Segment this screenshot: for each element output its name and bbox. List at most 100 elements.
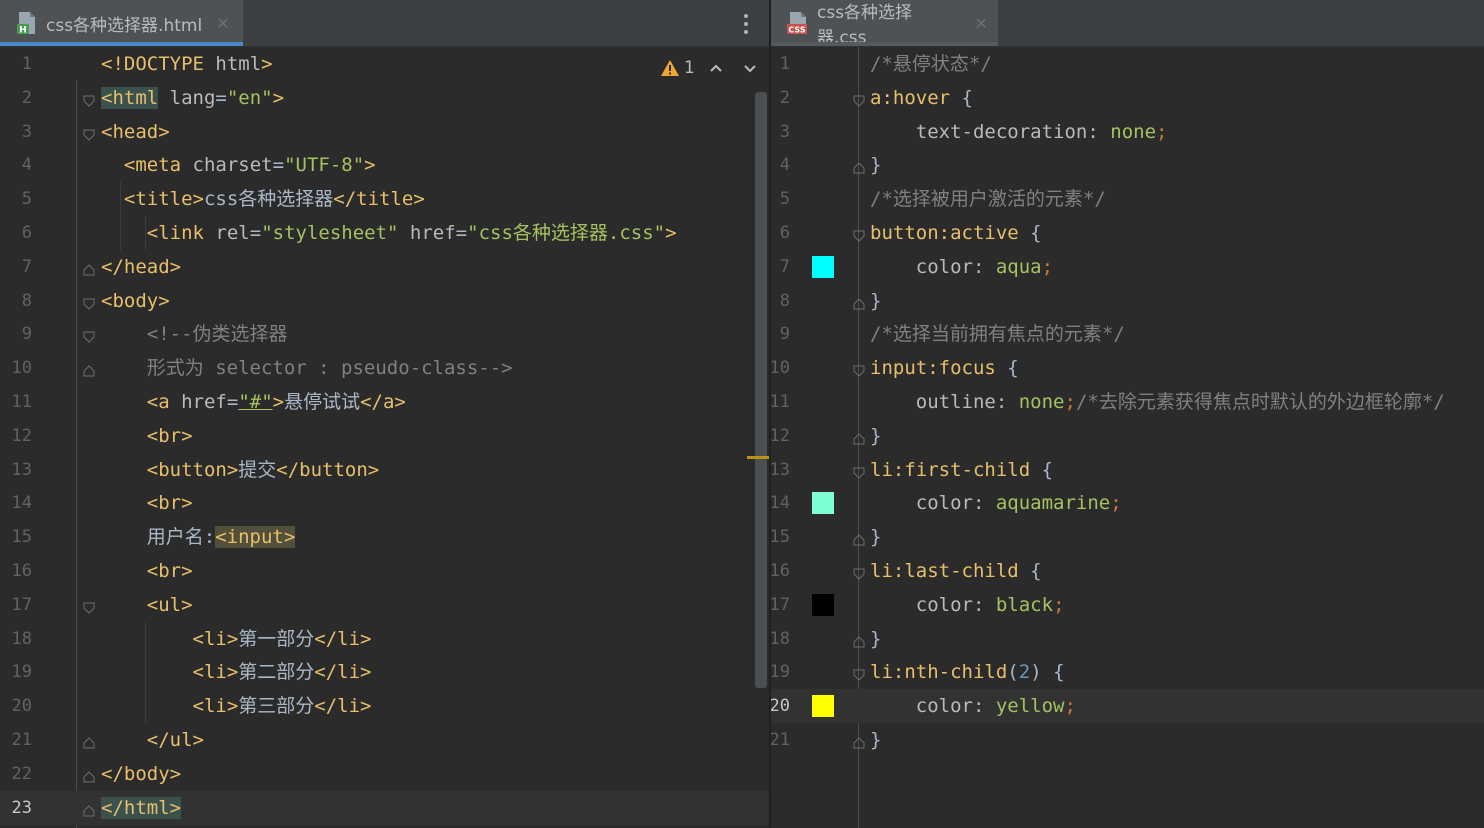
fold-marker-icon[interactable] [83, 734, 95, 749]
fold-marker-icon[interactable] [853, 227, 865, 242]
fold-marker-icon[interactable] [853, 565, 865, 580]
left-code-line[interactable]: </head> [101, 250, 181, 284]
right-code-line[interactable]: color: yellow; [870, 689, 1076, 723]
right-line-number: 8 [779, 290, 790, 311]
left-code-line[interactable]: 用户名:<input> [101, 520, 296, 554]
left-line-number: 15 [11, 527, 32, 548]
left-code-line[interactable]: <br> [101, 486, 193, 520]
right-code-line[interactable]: li:last-child { [870, 554, 1042, 588]
left-code-line[interactable]: <li>第一部分</li> [101, 622, 372, 656]
fold-marker-icon[interactable] [853, 734, 865, 749]
right-code-line[interactable]: } [870, 723, 881, 757]
fold-marker-icon[interactable] [853, 531, 865, 546]
fold-marker-icon[interactable] [853, 633, 865, 648]
left-code-line[interactable]: <!DOCTYPE html> [101, 47, 273, 81]
right-code-line[interactable]: text-decoration: none; [870, 115, 1168, 149]
close-icon[interactable]: ✕ [216, 14, 229, 33]
right-code-line[interactable]: } [870, 520, 881, 554]
tab-css-file[interactable]: CSS css各种选择器.css ✕ [771, 0, 998, 48]
code-token: none [1018, 391, 1065, 413]
chevron-up-icon[interactable] [708, 60, 724, 76]
right-code-line[interactable]: li:first-child { [870, 453, 1053, 487]
fold-marker-icon[interactable] [853, 430, 865, 445]
fold-marker-icon[interactable] [853, 666, 865, 682]
left-code-line[interactable]: <ul> [101, 588, 193, 622]
code-token: outline [915, 391, 996, 413]
right-code-line[interactable]: /*选择当前拥有焦点的元素*/ [870, 317, 1125, 351]
fold-marker-icon[interactable] [83, 261, 95, 276]
more-options-icon[interactable] [744, 14, 748, 34]
fold-marker-icon[interactable] [83, 802, 95, 817]
right-line-number: 6 [779, 223, 790, 243]
vertical-scrollbar[interactable] [755, 92, 767, 688]
left-code-line[interactable]: <link rel="stylesheet" href="css各种选择器.cs… [101, 216, 677, 250]
left-code-line[interactable]: <br> [101, 554, 193, 588]
left-code-line[interactable]: <li>第二部分</li> [101, 655, 372, 689]
right-code-line[interactable]: } [870, 284, 881, 318]
right-code-line[interactable]: a:hover { [870, 81, 973, 115]
fold-marker-icon[interactable] [853, 464, 865, 479]
color-swatch[interactable] [812, 492, 834, 515]
code-token: } [870, 154, 882, 177]
left-line-number: 6 [21, 223, 32, 243]
left-code-line[interactable]: <body> [101, 284, 170, 318]
right-code-line[interactable]: /*悬停状态*/ [870, 47, 992, 81]
fold-marker-icon[interactable] [853, 295, 865, 310]
left-code-line[interactable]: </ul> [101, 723, 204, 757]
warning-stripe-marker[interactable] [747, 456, 769, 459]
left-code-line[interactable]: <!--伪类选择器 [101, 317, 288, 351]
fold-marker-icon[interactable] [83, 768, 95, 783]
left-code-line[interactable]: <li>第三部分</li> [101, 689, 372, 723]
left-line-number: 17 [11, 594, 32, 615]
left-line-number: 22 [11, 763, 32, 784]
color-swatch[interactable] [812, 255, 834, 278]
left-code-line[interactable]: <meta charset="UTF-8"> [101, 148, 376, 182]
right-code-line[interactable]: } [870, 622, 881, 656]
left-code-line[interactable]: <title>css各种选择器</title> [101, 182, 425, 216]
fold-marker-icon[interactable] [83, 328, 95, 344]
fold-marker-icon[interactable] [83, 362, 95, 377]
code-token: : [972, 695, 996, 718]
right-code-line[interactable]: button:active { [870, 216, 1042, 250]
fold-marker-icon[interactable] [83, 126, 95, 141]
left-code-line[interactable]: <br> [101, 419, 193, 453]
left-line-number: 16 [11, 561, 32, 581]
left-line-number: 1 [21, 54, 32, 74]
right-code-line[interactable]: input:focus { [870, 351, 1019, 385]
code-token: > [665, 222, 677, 244]
right-code-line[interactable]: li:nth-child(2) { [870, 655, 1065, 689]
fold-marker-icon[interactable] [83, 599, 95, 614]
fold-marker-icon[interactable] [853, 92, 865, 107]
code-token: } [870, 526, 882, 549]
right-code-line[interactable]: color: black; [870, 588, 1065, 622]
left-code-line[interactable]: 形式为 selector : pseudo-class--> [101, 351, 513, 385]
right-code-line[interactable]: } [870, 419, 881, 453]
left-code-line[interactable]: </body> [101, 757, 181, 791]
html-file-icon: H [16, 11, 38, 36]
left-code-line[interactable]: <html lang="en"> [101, 81, 284, 115]
right-code-line[interactable]: /*选择被用户激活的元素*/ [870, 182, 1106, 216]
close-icon[interactable]: ✕ [975, 14, 988, 33]
right-code-line[interactable]: color: aquamarine; [870, 486, 1122, 520]
fold-marker-icon[interactable] [853, 362, 865, 377]
warning-count: 1 [684, 58, 695, 78]
right-code-line[interactable]: color: aqua; [870, 250, 1053, 284]
fold-marker-icon[interactable] [853, 159, 865, 174]
tab-html-file[interactable]: H css各种选择器.html ✕ [0, 0, 243, 46]
left-code-line[interactable]: <a href="#">悬停试试</a> [101, 385, 406, 419]
left-code-line[interactable]: <button>提交</button> [101, 453, 379, 487]
color-swatch[interactable] [812, 695, 834, 718]
tab-label: css各种选择器.css [817, 3, 913, 48]
fold-marker-icon[interactable] [83, 92, 95, 107]
left-code-line[interactable]: <head> [101, 115, 170, 149]
chevron-down-icon[interactable] [742, 60, 758, 76]
right-line-number: 18 [771, 628, 790, 649]
inspection-widget[interactable]: 1 [660, 58, 695, 78]
right-code-line[interactable]: } [870, 148, 881, 182]
left-line-number: 13 [11, 459, 32, 480]
right-code-line[interactable]: outline: none;/*去除元素获得焦点时默认的外边框轮廓*/ [870, 385, 1445, 419]
fold-marker-icon[interactable] [83, 295, 95, 310]
left-code-line[interactable]: </html> [101, 791, 182, 825]
code-token: :active [938, 222, 1019, 244]
color-swatch[interactable] [812, 593, 834, 616]
